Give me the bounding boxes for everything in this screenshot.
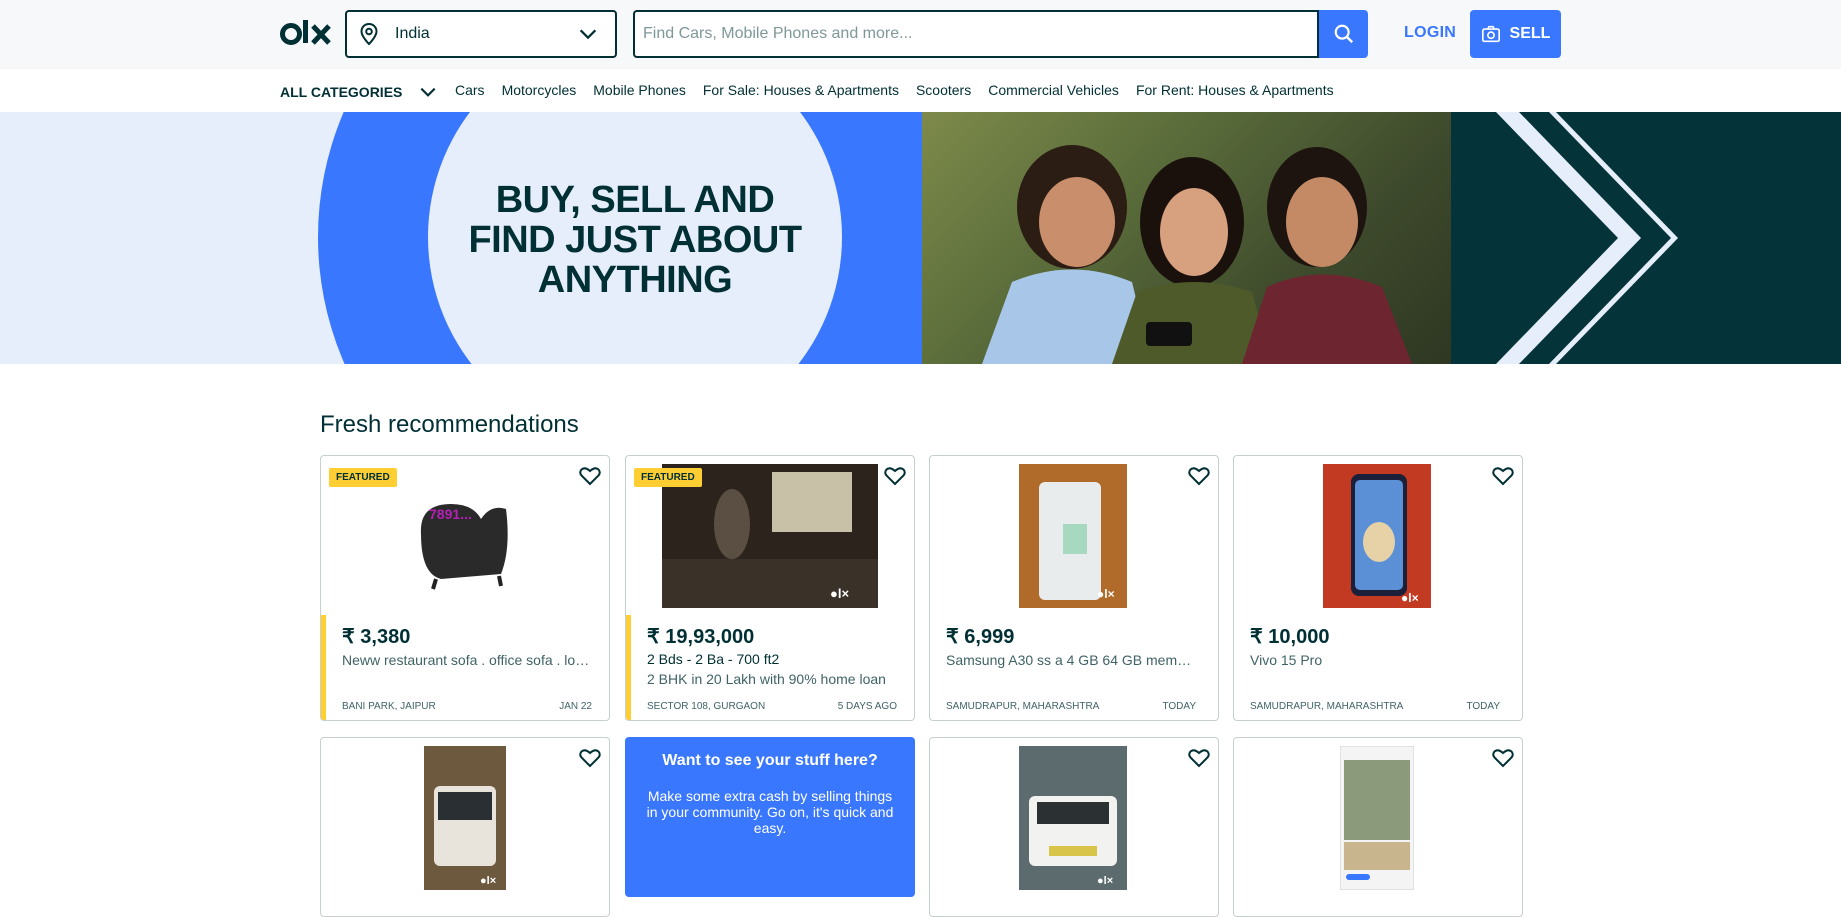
listing-title: Samsung A30 ss a 4 GB 64 GB memory	[946, 652, 1196, 668]
listing-specs: 2 Bds - 2 Ba - 700 ft2	[647, 651, 780, 667]
category-link-motorcycles[interactable]: Motorcycles	[502, 82, 577, 98]
listing-location: SAMUDRAPUR, MAHARASHTRA	[946, 701, 1100, 712]
featured-bar	[626, 615, 631, 720]
location-value: India	[395, 25, 430, 42]
listing-price: ₹ 6,999	[946, 626, 1015, 648]
listing-thumbnail: ●l×	[424, 746, 506, 890]
listing-card-6[interactable]: ●l×	[929, 737, 1219, 917]
listing-meta: SECTOR 108, GURGAON 5 DAYS AGO	[647, 701, 897, 712]
svg-text:●l×: ●l×	[1401, 591, 1419, 605]
heart-icon[interactable]	[1491, 746, 1515, 770]
listing-date: TODAY	[1466, 701, 1500, 712]
search-icon	[1334, 24, 1353, 44]
chevron-down-icon	[579, 29, 597, 40]
sell-promo-card[interactable]: Want to see your stuff here? Make some e…	[625, 737, 915, 897]
hero-banner[interactable]: BUY, SELL AND FIND JUST ABOUT ANYTHING	[0, 112, 1841, 364]
category-link-commercial-vehicles[interactable]: Commercial Vehicles	[988, 82, 1119, 98]
banner-photo	[922, 112, 1452, 364]
sell-button[interactable]: SELL	[1470, 10, 1561, 58]
category-bar: ALL CATEGORIES Cars Motorcycles Mobile P…	[0, 69, 1841, 113]
location-pin-icon	[360, 22, 378, 46]
promo-text: Make some extra cash by selling things i…	[646, 788, 894, 836]
sell-label: SELL	[1509, 25, 1551, 42]
login-button[interactable]: LOGIN	[1404, 24, 1456, 42]
search-button[interactable]	[1319, 10, 1368, 58]
svg-text:●l×: ●l×	[1097, 587, 1115, 601]
featured-bar	[321, 615, 326, 720]
chevron-right-icon	[1496, 112, 1678, 364]
heart-icon[interactable]	[578, 746, 602, 770]
heart-icon[interactable]	[1187, 464, 1211, 488]
listing-card-2[interactable]: ●l× FEATURED ₹ 19,93,000 2 Bds - 2 Ba - …	[625, 455, 915, 721]
listing-location: SECTOR 108, GURGAON	[647, 701, 766, 712]
category-links: Cars Motorcycles Mobile Phones For Sale:…	[455, 82, 1334, 98]
camera-icon	[1481, 25, 1500, 43]
listing-thumbnail: 7891...	[381, 464, 551, 608]
svg-text:●l×: ●l×	[830, 586, 849, 601]
listing-title: Vivo 15 Pro	[1250, 652, 1323, 668]
listing-thumbnail: ●l×	[1019, 746, 1127, 890]
listing-date: TODAY	[1162, 701, 1196, 712]
thumbnail-watermark: 7891...	[429, 506, 472, 522]
olx-logo[interactable]	[280, 17, 332, 51]
heart-icon[interactable]	[1491, 464, 1515, 488]
listing-meta: BANI PARK, JAIPUR JAN 22	[342, 701, 592, 712]
chevron-down-icon	[420, 87, 436, 97]
svg-text:●l×: ●l×	[1097, 875, 1113, 887]
listing-card-5[interactable]: ●l×	[320, 737, 610, 917]
people-photo-illustration	[982, 145, 1412, 364]
listing-date: 5 DAYS AGO	[837, 701, 897, 712]
search-input[interactable]	[643, 25, 1317, 43]
category-link-scooters[interactable]: Scooters	[916, 82, 971, 98]
featured-badge: FEATURED	[329, 468, 397, 487]
heart-icon[interactable]	[883, 464, 907, 488]
listing-thumbnail: ●l×	[1019, 464, 1127, 608]
heart-icon[interactable]	[578, 464, 602, 488]
listing-price: ₹ 19,93,000	[647, 626, 755, 648]
listing-card-7[interactable]	[1233, 737, 1523, 917]
listing-location: BANI PARK, JAIPUR	[342, 701, 436, 712]
listing-price: ₹ 10,000	[1250, 626, 1330, 648]
location-selector[interactable]: India	[345, 10, 617, 58]
all-categories-toggle[interactable]: ALL CATEGORIES	[280, 82, 438, 102]
listing-card-1[interactable]: 7891... FEATURED ₹ 3,380 Neww restaurant…	[320, 455, 610, 721]
listing-location: SAMUDRAPUR, MAHARASHTRA	[1250, 701, 1404, 712]
listing-meta: SAMUDRAPUR, MAHARASHTRA TODAY	[1250, 701, 1500, 712]
heart-icon[interactable]	[1187, 746, 1211, 770]
listing-thumbnail	[1340, 746, 1414, 890]
listing-meta: SAMUDRAPUR, MAHARASHTRA TODAY	[946, 701, 1196, 712]
listing-title: 2 BHK in 20 Lakh with 90% home loan	[647, 671, 886, 687]
category-link-mobile-phones[interactable]: Mobile Phones	[593, 82, 686, 98]
featured-badge: FEATURED	[634, 468, 702, 487]
search-box	[633, 10, 1319, 58]
banner-dark-panel	[1451, 112, 1841, 364]
category-link-houses-sale[interactable]: For Sale: Houses & Apartments	[703, 82, 899, 98]
listing-price: ₹ 3,380	[342, 626, 411, 648]
top-bar: India LOGIN SELL	[0, 0, 1841, 69]
listing-thumbnail: ●l×	[1323, 464, 1431, 608]
banner-headline: BUY, SELL AND FIND JUST ABOUT ANYTHING	[468, 179, 802, 301]
listing-card-4[interactable]: ●l× ₹ 10,000 Vivo 15 Pro SAMUDRAPUR, MAH…	[1233, 455, 1523, 721]
listing-title: Neww restaurant sofa . office sofa . lou…	[342, 652, 592, 668]
category-link-houses-rent[interactable]: For Rent: Houses & Apartments	[1136, 82, 1334, 98]
category-link-cars[interactable]: Cars	[455, 82, 485, 98]
section-title: Fresh recommendations	[320, 411, 579, 438]
listing-date: JAN 22	[559, 701, 592, 712]
svg-text:●l×: ●l×	[480, 875, 496, 887]
promo-title: Want to see your stuff here?	[662, 752, 878, 769]
listing-card-3[interactable]: ●l× ₹ 6,999 Samsung A30 ss a 4 GB 64 GB …	[929, 455, 1219, 721]
all-categories-label: ALL CATEGORIES	[280, 84, 403, 100]
